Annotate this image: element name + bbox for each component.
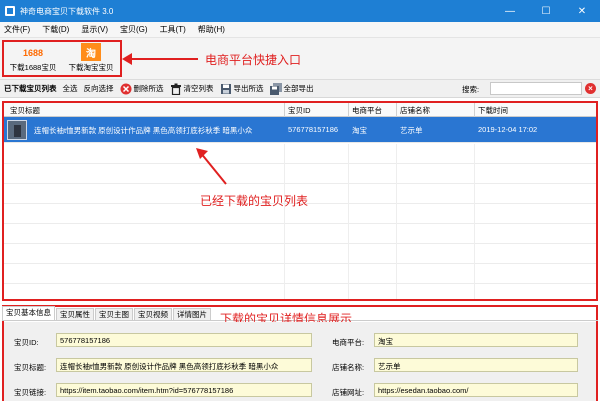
floppy-disk-multi-icon: [269, 82, 282, 95]
goods-id-field[interactable]: 576778157186: [56, 333, 312, 347]
shop-url-label: 店铺网址:: [332, 388, 365, 397]
floppy-disk-icon: [220, 83, 232, 95]
logo-1688-icon: 1688: [22, 48, 44, 58]
tab-video[interactable]: 宝贝视频: [134, 308, 172, 320]
select-all-button[interactable]: 全选: [63, 83, 78, 94]
annotation-arrow-list: [196, 148, 227, 185]
download-taobao-label: 下载淘宝宝贝: [68, 63, 114, 72]
platform-field[interactable]: 淘宝: [374, 333, 578, 347]
downloaded-list-button[interactable]: 已下载宝贝列表: [4, 83, 57, 94]
search-label: 搜索:: [462, 85, 480, 94]
annotation-quick-entry: 电商平台快捷入口: [205, 53, 302, 67]
download-1688-label: 下载1688宝贝: [9, 63, 57, 72]
col-header-time[interactable]: 下载时间: [478, 105, 508, 116]
clear-search-icon[interactable]: ×: [585, 83, 596, 94]
row-id: 576778157186: [288, 125, 339, 134]
export-all-button[interactable]: 全部导出: [269, 82, 314, 95]
goods-title-label: 宝贝标题:: [14, 363, 47, 372]
delete-selected-button[interactable]: 删除所选: [120, 83, 164, 95]
row-time: 2019-12-04 17:02: [478, 125, 538, 134]
menu-bar: 文件(F) 下载(D) 显示(V) 宝贝(G) 工具(T) 帮助(H): [0, 22, 600, 38]
invert-selection-button[interactable]: 反向选择: [84, 83, 114, 94]
goods-link-field[interactable]: https://item.taobao.com/item.htm?id=5767…: [56, 383, 312, 397]
goods-id-label: 宝贝ID:: [14, 338, 39, 347]
row-title: 连帽长袖t恤男新款 原创设计作品牌 黑色高领打底衫秋季 暗黑小众: [34, 126, 253, 135]
delete-selected-label: 删除所选: [133, 84, 164, 93]
title-bar: 神奇电商宝贝下载软件 3.0 — ☐ ✕: [0, 0, 600, 22]
maximize-button[interactable]: ☐: [528, 0, 564, 22]
col-header-title[interactable]: 宝贝标题: [10, 105, 40, 116]
trash-icon: [170, 83, 182, 95]
table-row[interactable]: 连帽长袖t恤男新款 原创设计作品牌 黑色高领打底衫秋季 暗黑小众 5767781…: [4, 117, 596, 143]
list-header: 宝贝标题 宝贝ID 电商平台 店铺名称 下载时间: [4, 103, 596, 117]
col-header-shop[interactable]: 店铺名称: [400, 105, 430, 116]
close-button[interactable]: ✕: [564, 0, 600, 22]
menu-file[interactable]: 文件(F): [4, 24, 30, 35]
menu-download[interactable]: 下载(D): [42, 24, 69, 35]
menu-goods[interactable]: 宝贝(G): [120, 24, 148, 35]
shop-name-field[interactable]: 艺示单: [374, 358, 578, 372]
row-platform: 淘宝: [352, 126, 367, 135]
goods-link-label: 宝贝链接:: [14, 388, 47, 397]
quick-entry-box: 1688 下载1688宝贝 淘 下载淘宝宝贝: [2, 40, 122, 77]
tab-attributes[interactable]: 宝贝属性: [56, 308, 94, 320]
minimize-button[interactable]: —: [492, 0, 528, 22]
product-thumbnail: [7, 120, 27, 140]
delete-icon: [120, 83, 132, 95]
export-selected-label: 导出所选: [233, 84, 264, 93]
tab-main-images[interactable]: 宝贝主图: [95, 308, 133, 320]
download-1688-button[interactable]: 1688 下载1688宝贝: [4, 42, 62, 75]
export-all-label: 全部导出: [283, 84, 314, 93]
export-selected-button[interactable]: 导出所选: [220, 83, 264, 95]
annotation-downloaded-list: 已经下载的宝贝列表: [200, 194, 309, 208]
window-controls: — ☐ ✕: [492, 0, 600, 22]
col-header-id[interactable]: 宝贝ID: [288, 105, 311, 116]
menu-view[interactable]: 显示(V): [81, 24, 108, 35]
taobao-logo-icon: 淘: [81, 43, 101, 61]
window-title: 神奇电商宝贝下载软件 3.0: [20, 6, 114, 16]
detail-basic-info: 宝贝ID: 576778157186 电商平台: 淘宝 宝贝标题: 连帽长袖t恤…: [4, 322, 596, 401]
tab-detail-images[interactable]: 详情图片: [173, 308, 211, 320]
shop-url-field[interactable]: https://esedan.taobao.com/: [374, 383, 578, 397]
shop-name-label: 店铺名称:: [332, 363, 365, 372]
menu-tools[interactable]: 工具(T): [160, 24, 186, 35]
goods-title-field[interactable]: 连帽长袖t恤男新款 原创设计作品牌 黑色高领打底衫秋季 暗黑小众: [56, 358, 312, 372]
tab-basic-info[interactable]: 宝贝基本信息: [2, 306, 55, 320]
search-input[interactable]: [490, 82, 582, 95]
row-shop: 艺示单: [400, 126, 423, 135]
annotation-arrow-quick: [122, 53, 198, 65]
clear-list-label: 清空列表: [183, 84, 214, 93]
clear-list-button[interactable]: 清空列表: [170, 83, 214, 95]
menu-help[interactable]: 帮助(H): [198, 24, 225, 35]
app-icon: [5, 6, 15, 16]
download-taobao-button[interactable]: 淘 下载淘宝宝贝: [62, 42, 120, 75]
platform-label: 电商平台:: [332, 338, 365, 347]
col-header-platform[interactable]: 电商平台: [352, 105, 382, 116]
